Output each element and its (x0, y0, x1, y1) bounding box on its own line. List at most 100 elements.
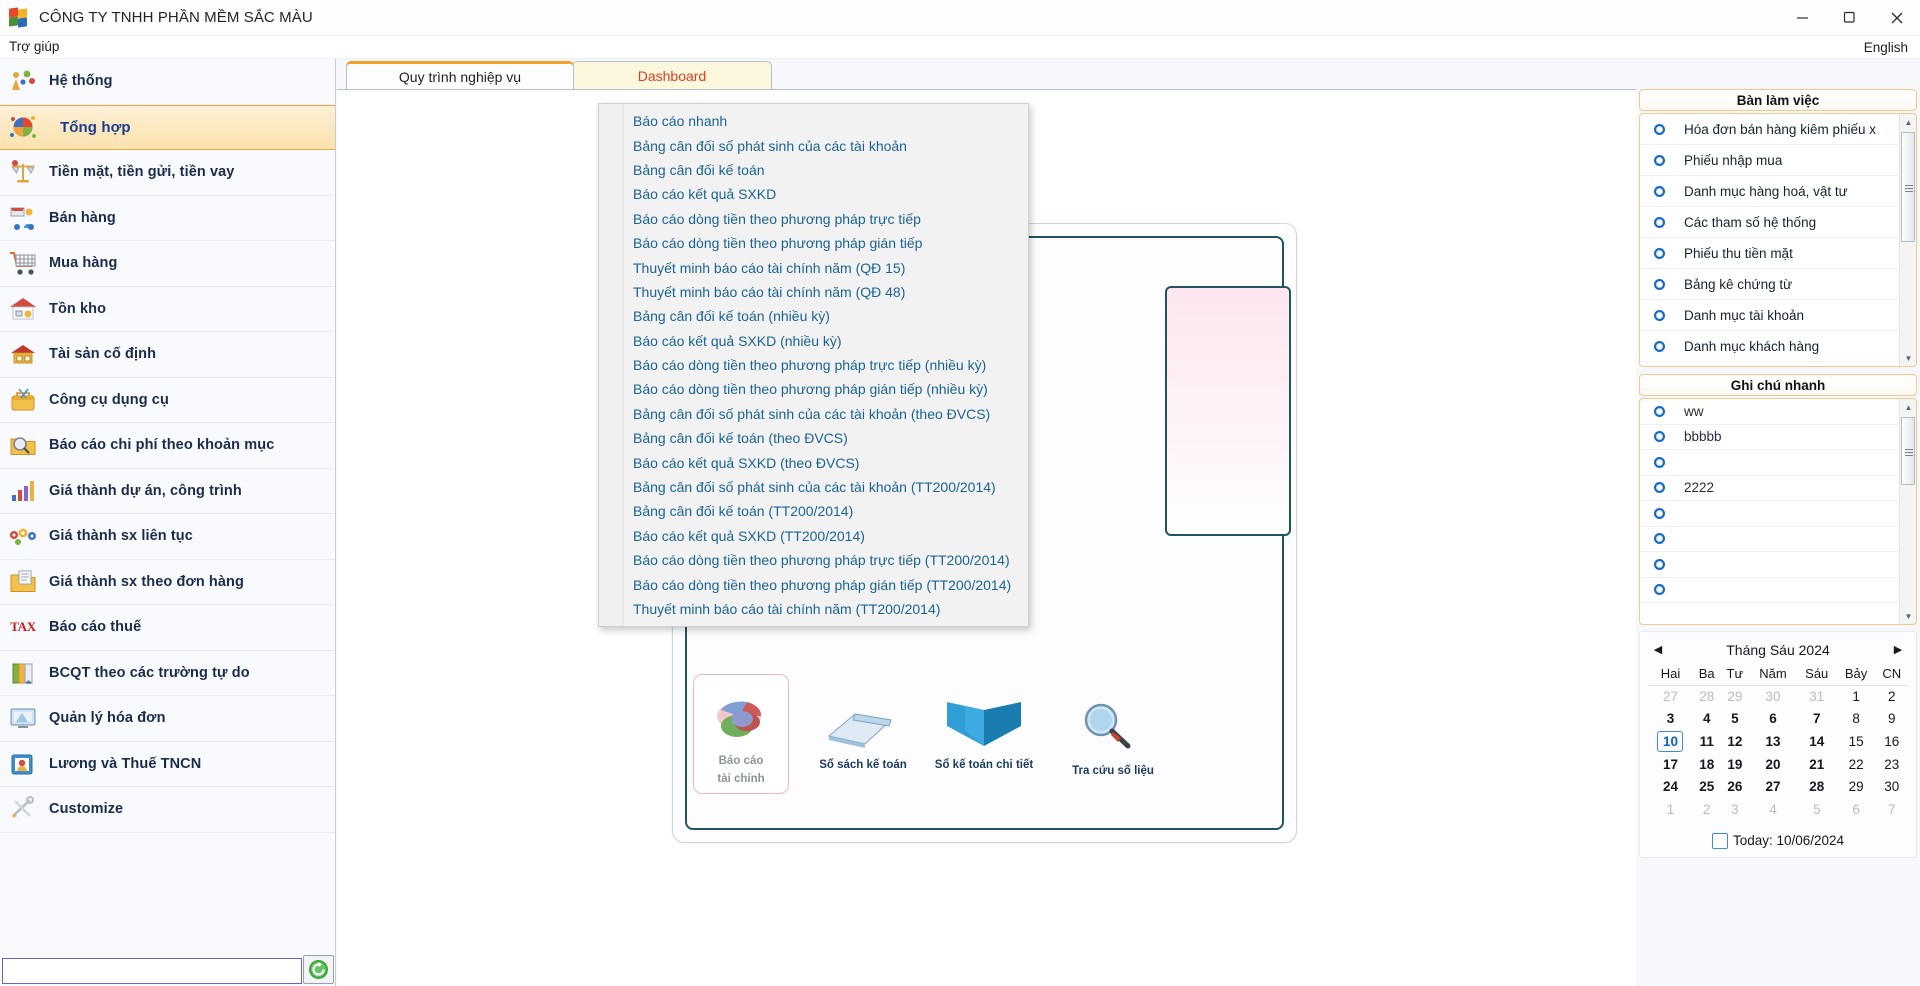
calendar-day[interactable]: 3 (1648, 708, 1693, 731)
menu-item[interactable]: Báo cáo dòng tiền theo phương pháp gián … (624, 231, 1028, 255)
calendar-day[interactable]: 6 (1749, 708, 1796, 731)
calendar-day[interactable]: 4 (1749, 798, 1796, 821)
menu-item[interactable]: Báo cáo kết quả SXKD (theo ĐVCS) (624, 450, 1028, 474)
sidebar-item-bao-cao-chi-phi[interactable]: Báo cáo chi phí theo khoản mục (0, 423, 335, 469)
list-item[interactable]: Danh mục tài khoản (1640, 300, 1899, 331)
sidebar-item-tien-mat[interactable]: Tiền mặt, tiền gửi, tiền vay (0, 150, 335, 196)
list-item[interactable] (1640, 578, 1899, 603)
menu-item[interactable]: Báo cáo dòng tiền theo phương pháp trực … (624, 548, 1028, 572)
maximize-icon[interactable] (1826, 0, 1873, 36)
menu-item[interactable]: Thuyết minh báo cáo tài chính năm (TT200… (624, 597, 1028, 621)
calendar-day[interactable]: 12 (1720, 730, 1749, 753)
calendar-day[interactable]: 28 (1797, 775, 1837, 798)
list-item[interactable]: Các tham số hệ thống (1640, 207, 1899, 238)
menu-item[interactable]: Báo cáo dòng tiền theo phương pháp gián … (624, 572, 1028, 596)
sidebar-item-customize[interactable]: Customize (0, 787, 335, 833)
calendar-day[interactable]: 3 (1720, 798, 1749, 821)
sidebar-item-ban-hang[interactable]: Bán hàng (0, 196, 335, 241)
scrollbar-thumb[interactable] (1901, 417, 1915, 485)
sidebar-item-mua-hang[interactable]: Mua hàng (0, 241, 335, 287)
language-switch[interactable]: English (1864, 40, 1920, 55)
sidebar-item-bao-cao-thue[interactable]: TAX Báo cáo thuế (0, 605, 335, 651)
detail-ledger-icon[interactable] (945, 696, 1023, 757)
calendar-day[interactable]: 1 (1648, 798, 1693, 821)
list-item[interactable]: Bảng kê chứng từ (1640, 269, 1899, 300)
calendar-day[interactable]: 9 (1875, 708, 1908, 731)
list-item[interactable]: Phiếu nhập mua (1640, 145, 1899, 176)
calendar-day[interactable]: 19 (1720, 753, 1749, 776)
menu-item[interactable]: Báo cáo kết quả SXKD (nhiều kỳ) (624, 329, 1028, 353)
list-item[interactable] (1640, 552, 1899, 578)
calendar-day[interactable]: 25 (1693, 775, 1721, 798)
minimize-icon[interactable] (1779, 0, 1826, 36)
menu-item[interactable]: Báo cáo dòng tiền theo phương pháp gián … (624, 377, 1028, 401)
calendar-day[interactable]: 26 (1720, 775, 1749, 798)
sidebar-item-cong-cu-dung-cu[interactable]: Công cụ dụng cụ (0, 378, 335, 423)
search-input[interactable] (2, 958, 302, 984)
menu-item[interactable]: Bảng cân đối số phát sinh của các tài kh… (624, 402, 1028, 426)
menu-item[interactable]: Bảng cân đối kế toán (624, 158, 1028, 182)
scroll-up-icon[interactable]: ▲ (1900, 114, 1916, 130)
sidebar-item-tai-san-co-dinh[interactable]: Tài sản cố định (0, 332, 335, 378)
calendar-day[interactable]: 2 (1875, 685, 1908, 708)
calendar-day[interactable]: 18 (1693, 753, 1721, 776)
calendar-day[interactable]: 13 (1749, 730, 1796, 753)
sidebar-item-luong-thue-tncn[interactable]: Lương và Thuế TNCN (0, 742, 335, 787)
list-item[interactable]: Danh mục hàng hoá, vật tư (1640, 176, 1899, 207)
list-item[interactable]: Danh mục khách hàng (1640, 331, 1899, 362)
sidebar-item-bcqt[interactable]: BCQT theo các trường tự do (0, 651, 335, 696)
calendar-day[interactable]: 29 (1720, 685, 1749, 708)
calendar-day[interactable]: 28 (1693, 685, 1721, 708)
calendar-day[interactable]: 24 (1648, 775, 1693, 798)
close-icon[interactable] (1873, 0, 1920, 36)
calendar-day[interactable]: 6 (1837, 798, 1876, 821)
menu-item[interactable]: Báo cáo kết quả SXKD (624, 182, 1028, 206)
calendar-day[interactable]: 11 (1693, 730, 1721, 753)
menu-item[interactable]: Bảng cân đối số phát sinh của các tài kh… (624, 475, 1028, 499)
scroll-up-icon[interactable]: ▲ (1900, 399, 1916, 415)
menu-item[interactable]: Bảng cân đối kế toán (theo ĐVCS) (624, 426, 1028, 450)
calendar-day[interactable]: 27 (1648, 685, 1693, 708)
today-checkbox[interactable] (1711, 832, 1728, 849)
calendar-day[interactable]: 5 (1797, 798, 1837, 821)
calendar-day[interactable]: 20 (1749, 753, 1796, 776)
search-data-icon[interactable] (1073, 698, 1139, 759)
calendar-day[interactable]: 31 (1797, 685, 1837, 708)
menu-item[interactable]: Bảng cân đối kế toán (nhiều kỳ) (624, 304, 1028, 328)
list-item[interactable] (1640, 450, 1899, 476)
list-item[interactable]: Hóa đơn dịch vụ (1640, 362, 1899, 366)
calendar-day[interactable]: 10 (1648, 730, 1693, 753)
scroll-down-icon[interactable]: ▼ (1900, 350, 1916, 366)
sidebar-item-gia-thanh-sx-don-hang[interactable]: Giá thành sx theo đơn hàng (0, 560, 335, 605)
list-item[interactable]: ww (1640, 399, 1899, 425)
calendar-day[interactable]: 23 (1875, 753, 1908, 776)
sidebar-item-quan-ly-hoa-don[interactable]: Quản lý hóa đơn (0, 696, 335, 742)
calendar-today-row[interactable]: Today: 10/06/2024 (1648, 832, 1908, 849)
list-item[interactable] (1640, 527, 1899, 552)
calendar-day[interactable]: 29 (1837, 775, 1876, 798)
list-item[interactable]: Phiếu thu tiền mặt (1640, 238, 1899, 269)
calendar-day[interactable]: 5 (1720, 708, 1749, 731)
menu-item-help[interactable]: Trợ giúp (0, 36, 68, 58)
chevron-left-icon[interactable]: ◀ (1648, 643, 1668, 656)
calendar-day[interactable]: 27 (1749, 775, 1796, 798)
sidebar-item-he-thong[interactable]: Hệ thống (0, 59, 335, 105)
menu-item[interactable]: Báo cáo kết quả SXKD (TT200/2014) (624, 524, 1028, 548)
calendar-day[interactable]: 30 (1749, 685, 1796, 708)
calendar-day[interactable]: 21 (1797, 753, 1837, 776)
list-item[interactable]: bbbbb (1640, 425, 1899, 450)
chevron-right-icon[interactable]: ▶ (1888, 643, 1908, 656)
scrollbar-thumb[interactable] (1901, 132, 1915, 242)
menu-item[interactable]: Bảng cân đối kế toán (TT200/2014) (624, 499, 1028, 523)
sidebar-item-gia-thanh-sx-lien-tuc[interactable]: Giá thành sx liên tục (0, 514, 335, 560)
tab-quy-trinh-nghiep-vu[interactable]: Quy trình nghiệp vụ (346, 61, 574, 89)
refresh-green-icon[interactable] (303, 955, 334, 984)
calendar-day[interactable]: 22 (1837, 753, 1876, 776)
menu-item[interactable]: Thuyết minh báo cáo tài chính năm (QĐ 48… (624, 280, 1028, 304)
ledger-book-icon[interactable] (825, 702, 895, 757)
calendar-day[interactable]: 14 (1797, 730, 1837, 753)
notes-scrollbar[interactable]: ▲ ▼ (1899, 399, 1916, 624)
tab-dashboard[interactable]: Dashboard (572, 61, 772, 89)
menu-item[interactable]: Thuyết minh báo cáo tài chính năm (QĐ 15… (624, 255, 1028, 279)
sidebar-item-ton-kho[interactable]: Tồn kho (0, 287, 335, 332)
